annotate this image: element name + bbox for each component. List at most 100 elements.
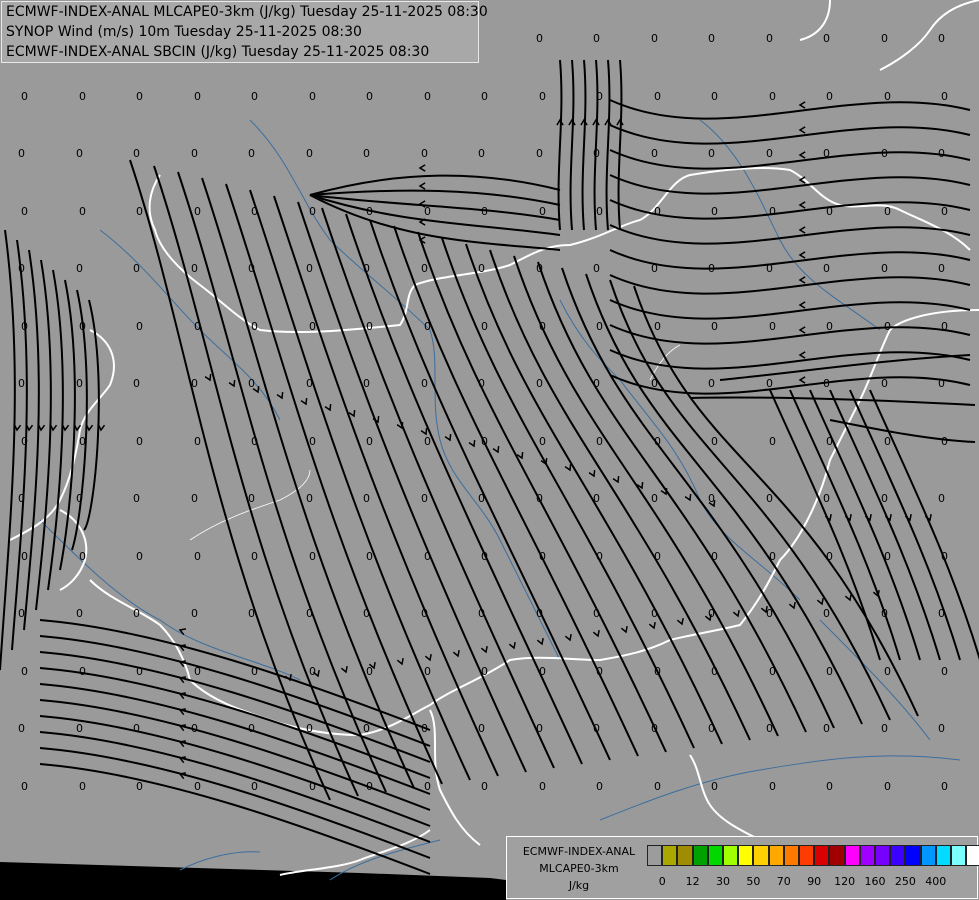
legend-tick: 160 [864,875,886,888]
cape-value-label: 0 [826,90,833,103]
cape-value-label: 0 [884,90,891,103]
cape-value-label: 0 [421,262,428,275]
cape-value-label: 0 [18,492,25,505]
cape-value-label: 0 [593,607,600,620]
cape-value-label: 0 [309,780,316,793]
cape-value-label: 0 [539,320,546,333]
cape-value-label: 0 [194,780,201,793]
cape-value-label: 0 [133,377,140,390]
cape-value-label: 0 [478,147,485,160]
cape-value-label: 0 [941,320,948,333]
legend-swatch [768,845,784,866]
cape-value-label: 0 [881,722,888,735]
cape-value-label: 0 [884,780,891,793]
cape-value-label: 0 [881,377,888,390]
cape-value-label: 0 [881,147,888,160]
legend-swatch [723,845,739,866]
cape-value-label: 0 [769,780,776,793]
cape-value-label: 0 [478,722,485,735]
cape-value-label: 0 [651,147,658,160]
header-line-cape: ECMWF-INDEX-ANAL MLCAPE0-3km (J/kg) Tues… [6,4,488,20]
legend-swatch [844,845,860,866]
cape-value-label: 0 [366,665,373,678]
cape-value-label: 0 [596,320,603,333]
cape-value-label: 0 [309,550,316,563]
cape-value-label: 0 [823,607,830,620]
legend-swatch [966,845,979,866]
cape-value-label: 0 [79,550,86,563]
legend-title-unit: J/kg [568,879,590,892]
cape-value-label: 0 [194,205,201,218]
legend-tick: 90 [807,875,822,888]
cape-value-label: 0 [136,90,143,103]
header-line-wind: SYNOP Wind (m/s) 10m Tuesday 25-11-2025 … [6,24,362,40]
cape-value-label: 0 [941,780,948,793]
cape-value-label: 0 [248,147,255,160]
cape-value-label: 0 [424,205,431,218]
cape-value-label: 0 [136,320,143,333]
cape-value-label: 0 [941,550,948,563]
cape-value-label: 0 [424,90,431,103]
cape-value-label: 0 [306,262,313,275]
cape-value-label: 0 [708,377,715,390]
cape-value-label: 0 [596,90,603,103]
cape-value-label: 0 [306,722,313,735]
cape-value-label: 0 [536,147,543,160]
cape-value-label: 0 [938,722,945,735]
cape-value-label: 0 [248,262,255,275]
cape-value-label: 0 [539,205,546,218]
cape-value-label: 0 [711,780,718,793]
cape-value-label: 0 [133,262,140,275]
map-header: ECMWF-INDEX-ANAL MLCAPE0-3km (J/kg) Tues… [1,1,488,63]
cape-value-label: 0 [133,722,140,735]
cape-value-label: 0 [708,147,715,160]
cape-value-label: 0 [766,32,773,45]
cape-value-label: 0 [478,492,485,505]
legend-swatch [905,845,921,866]
cape-value-label: 0 [18,607,25,620]
legend-swatch [799,845,815,866]
cape-value-label: 0 [478,607,485,620]
cape-value-label: 0 [766,377,773,390]
cape-value-label: 0 [539,665,546,678]
cape-value-label: 0 [363,262,370,275]
legend-title-model: ECMWF-INDEX-ANAL [522,845,636,858]
legend-swatch [951,845,967,866]
cape-value-label: 0 [306,377,313,390]
cape-value-label: 0 [194,435,201,448]
cape-value-label: 0 [654,320,661,333]
cape-value-label: 0 [248,377,255,390]
cape-value-label: 0 [191,722,198,735]
cape-value-label: 0 [884,665,891,678]
legend-tick: 250 [894,875,916,888]
cape-value-label: 0 [826,205,833,218]
cape-value-label: 0 [363,722,370,735]
cape-value-label: 0 [938,607,945,620]
cape-value-label: 0 [133,607,140,620]
legend-swatch [707,845,723,866]
cape-value-label: 0 [766,147,773,160]
cape-value-label: 0 [651,607,658,620]
cape-value-label: 0 [421,147,428,160]
cape-value-label: 0 [884,320,891,333]
cape-value-label: 0 [654,435,661,448]
cape-value-label: 0 [766,492,773,505]
cape-value-label: 0 [309,665,316,678]
cape-value-label: 0 [651,377,658,390]
cape-value-label: 0 [708,722,715,735]
cape-value-label: 0 [826,780,833,793]
legend-swatch [753,845,769,866]
cape-value-label: 0 [769,90,776,103]
cape-value-label: 0 [823,722,830,735]
cape-value-label: 0 [309,90,316,103]
cape-value-label: 0 [478,377,485,390]
cape-value-label: 0 [21,435,28,448]
cape-value-label: 0 [194,550,201,563]
cape-value-label: 0 [79,780,86,793]
cape-value-label: 0 [536,722,543,735]
cape-value-label: 0 [596,665,603,678]
cape-value-label: 0 [536,492,543,505]
cape-value-label: 0 [536,377,543,390]
cape-value-label: 0 [194,665,201,678]
legend-swatch [783,845,799,866]
